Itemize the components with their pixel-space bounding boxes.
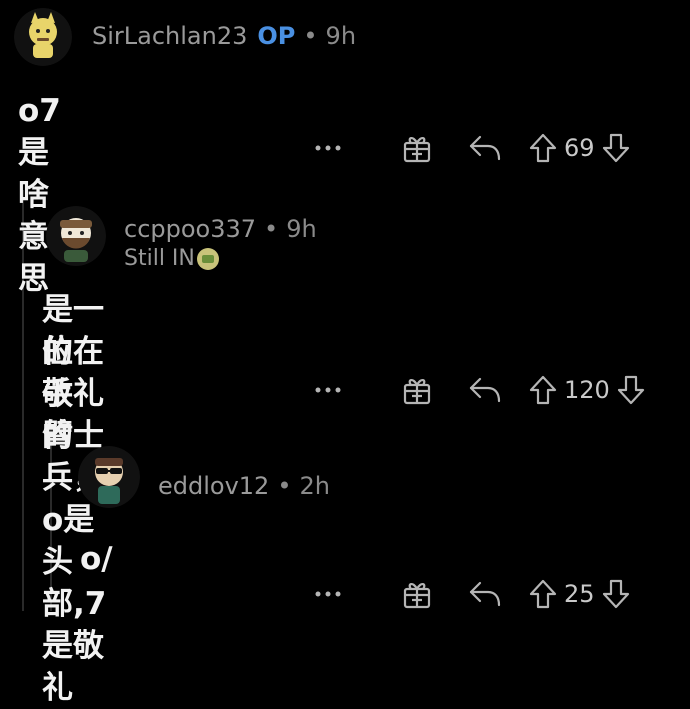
award-button[interactable] xyxy=(386,374,448,406)
comment-meta: SirLachlan23 OP • 9h xyxy=(92,22,356,50)
reply-button[interactable] xyxy=(454,579,516,609)
timestamp: 9h xyxy=(286,215,317,243)
reply-icon xyxy=(469,377,501,403)
timestamp: 2h xyxy=(299,472,330,500)
more-button[interactable] xyxy=(310,386,346,394)
comment-meta: ccppoo337 • 9h xyxy=(124,215,317,243)
award-icon xyxy=(403,583,431,609)
username[interactable]: SirLachlan23 xyxy=(92,22,247,50)
avatar-image xyxy=(14,8,72,66)
comment-body: o/ xyxy=(80,541,113,577)
award-button[interactable] xyxy=(386,132,448,164)
downvote-button[interactable] xyxy=(616,374,646,406)
upvote-icon xyxy=(529,579,557,609)
separator: • xyxy=(264,215,279,243)
award-icon xyxy=(403,137,431,163)
comment-body: o7是啥意思 xyxy=(18,93,61,297)
more-button[interactable] xyxy=(310,590,346,598)
upvote-icon xyxy=(529,375,557,405)
downvote-button[interactable] xyxy=(601,578,631,610)
award-button[interactable] xyxy=(386,578,448,610)
more-icon xyxy=(315,387,341,393)
vote-count: 120 xyxy=(564,376,610,404)
reply-icon xyxy=(469,135,501,161)
upvote-button[interactable] xyxy=(528,374,558,406)
separator: • xyxy=(303,22,318,50)
comment-meta: eddlov12 • 2h xyxy=(158,472,330,500)
downvote-icon xyxy=(602,133,629,163)
reply-button[interactable] xyxy=(454,133,516,163)
upvote-icon xyxy=(529,133,557,163)
username[interactable]: ccppoo337 xyxy=(124,215,256,243)
username[interactable]: eddlov12 xyxy=(158,472,269,500)
upvote-button[interactable] xyxy=(528,132,558,164)
flair-text: Still IN xyxy=(124,246,195,271)
avatar[interactable] xyxy=(14,8,72,66)
avatar-image xyxy=(78,446,140,508)
avatar[interactable] xyxy=(46,206,106,266)
vote-count: 69 xyxy=(564,134,595,162)
more-icon xyxy=(315,145,341,151)
upvote-button[interactable] xyxy=(528,578,558,610)
more-button[interactable] xyxy=(310,144,346,152)
award-icon xyxy=(403,379,431,405)
separator: • xyxy=(277,472,292,500)
more-icon xyxy=(315,591,341,597)
comment-body-line-2: 的手臂 xyxy=(42,334,73,454)
reply-button[interactable] xyxy=(454,375,516,405)
vote-count: 25 xyxy=(564,580,595,608)
comment-actions: 25 xyxy=(310,578,631,610)
reply-icon xyxy=(469,581,501,607)
downvote-button[interactable] xyxy=(601,132,631,164)
downvote-icon xyxy=(617,375,644,405)
user-flair: Still IN xyxy=(124,246,219,271)
flair-emoji-icon xyxy=(196,247,219,270)
avatar-image xyxy=(46,206,106,266)
timestamp: 9h xyxy=(325,22,357,50)
op-badge: OP xyxy=(257,22,296,50)
avatar[interactable] xyxy=(78,446,140,508)
comment-actions: 69 xyxy=(310,132,631,164)
downvote-icon xyxy=(602,579,629,609)
comment-actions: 120 xyxy=(310,374,646,406)
